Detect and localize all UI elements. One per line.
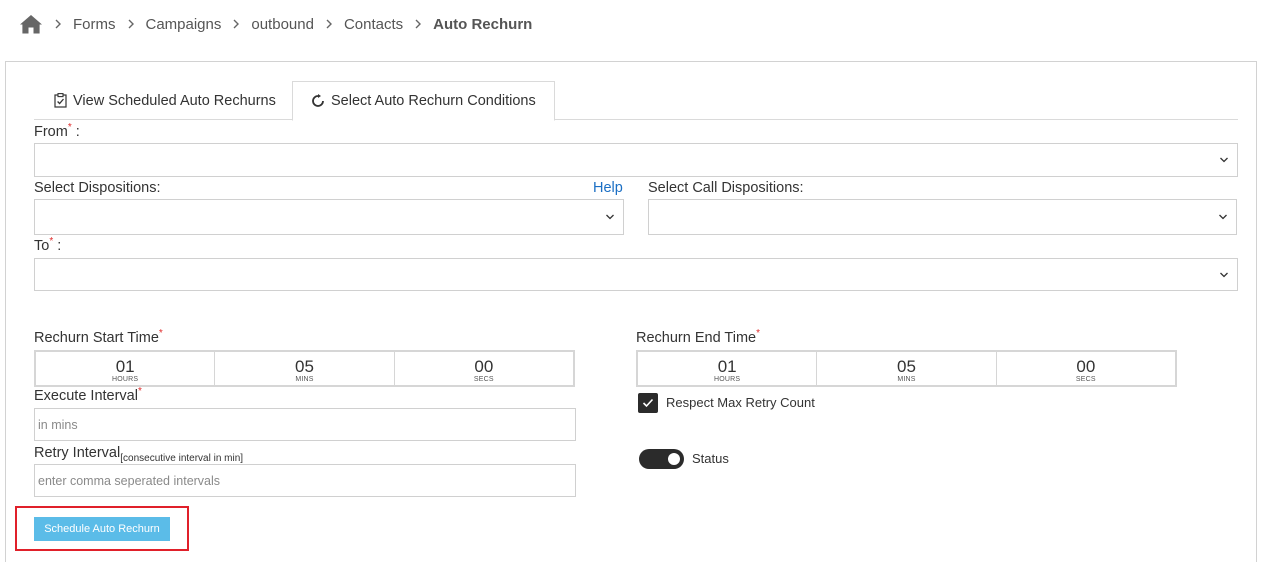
retry-interval-input[interactable] [34, 464, 576, 497]
schedule-auto-rechurn-button[interactable]: Schedule Auto Rechurn [34, 517, 170, 541]
breadcrumb-forms[interactable]: Forms [73, 16, 116, 33]
respect-max-retry-label: Respect Max Retry Count [666, 395, 815, 410]
required-mark: * [158, 328, 163, 339]
mins-unit-label: MINS [295, 376, 314, 383]
execute-interval-label: Execute Interval* [34, 386, 142, 404]
to-label-text: To [34, 238, 50, 254]
execute-interval-label-text: Execute Interval [34, 388, 138, 404]
end-mins-value: 05 [897, 357, 916, 376]
secs-unit-label: SECS [473, 376, 494, 383]
tab-view-scheduled-label: View Scheduled Auto Rechurns [73, 92, 276, 109]
refresh-icon [311, 94, 325, 108]
dispositions-select[interactable] [34, 199, 624, 235]
end-hours-value: 01 [717, 357, 737, 376]
execute-interval-input[interactable] [34, 408, 576, 441]
start-secs-field[interactable]: 00 SECS [395, 352, 573, 385]
end-time-label-text: Rechurn End Time [636, 330, 757, 346]
chevron-right-icon [414, 19, 422, 29]
call-dispositions-select[interactable] [648, 199, 1237, 235]
chevron-down-icon [1219, 271, 1229, 278]
chevron-down-icon [1218, 214, 1228, 221]
tab-view-scheduled[interactable]: View Scheduled Auto Rechurns [38, 81, 292, 120]
home-icon[interactable] [19, 13, 43, 35]
start-time-label: Rechurn Start Time* [34, 328, 163, 346]
required-mark: * [49, 236, 54, 247]
start-time-label-text: Rechurn Start Time [34, 330, 159, 346]
clipboard-check-icon [54, 93, 67, 108]
end-time-label: Rechurn End Time* [636, 328, 760, 346]
breadcrumb: Forms Campaigns outbound Contacts Auto R… [19, 11, 532, 37]
chevron-right-icon [232, 19, 240, 29]
from-label-text: From [34, 124, 68, 140]
to-select[interactable] [34, 258, 1238, 291]
end-hours-field[interactable]: 01 HOURS [638, 352, 818, 385]
start-hours-value: 01 [115, 357, 135, 376]
toggle-knob [668, 453, 680, 465]
to-label: To* : [34, 236, 62, 254]
start-mins-value: 05 [295, 357, 314, 376]
start-hours-field[interactable]: 01 HOURS [36, 352, 216, 385]
breadcrumb-contacts[interactable]: Contacts [344, 16, 403, 33]
chevron-down-icon [1219, 157, 1229, 164]
chevron-right-icon [54, 19, 62, 29]
end-secs-value: 00 [1076, 357, 1096, 376]
to-colon: : [53, 238, 62, 254]
retry-interval-label: Retry Interval[consecutive interval in m… [34, 445, 244, 464]
end-secs-field[interactable]: 00 SECS [997, 352, 1175, 385]
tab-bar: View Scheduled Auto Rechurns Select Auto… [34, 81, 1238, 121]
chevron-right-icon [325, 19, 333, 29]
chevron-right-icon [127, 19, 135, 29]
help-link[interactable]: Help [593, 180, 623, 196]
tab-select-conditions-label: Select Auto Rechurn Conditions [331, 93, 536, 109]
call-dispositions-label: Select Call Dispositions: [648, 180, 804, 196]
breadcrumb-campaigns[interactable]: Campaigns [146, 16, 222, 33]
checkmark-icon [642, 398, 654, 408]
start-secs-value: 00 [474, 357, 494, 376]
required-mark: * [67, 122, 72, 133]
hours-unit-label: HOURS [112, 376, 139, 383]
tab-select-conditions[interactable]: Select Auto Rechurn Conditions [292, 81, 555, 121]
retry-interval-label-text: Retry Interval [34, 445, 121, 461]
chevron-down-icon [605, 214, 615, 221]
required-mark: * [756, 328, 760, 339]
from-select[interactable] [34, 143, 1238, 177]
respect-max-retry-checkbox[interactable] [638, 393, 658, 413]
status-label: Status [692, 451, 729, 466]
start-time-picker: 01 HOURS 05 MINS 00 SECS [34, 350, 575, 387]
dispositions-label: Select Dispositions: [34, 180, 161, 196]
retry-interval-sublabel: [consecutive interval in min] [120, 453, 244, 464]
end-time-picker: 01 HOURS 05 MINS 00 SECS [636, 350, 1177, 387]
start-mins-field[interactable]: 05 MINS [215, 352, 395, 385]
secs-unit-label: SECS [1075, 376, 1096, 383]
end-mins-field[interactable]: 05 MINS [817, 352, 997, 385]
from-label: From* : [34, 122, 80, 140]
breadcrumb-current: Auto Rechurn [433, 15, 533, 33]
hours-unit-label: HOURS [714, 376, 741, 383]
from-colon: : [71, 124, 80, 140]
mins-unit-label: MINS [897, 376, 916, 383]
required-mark: * [137, 386, 142, 397]
breadcrumb-outbound[interactable]: outbound [251, 16, 314, 33]
status-toggle[interactable] [639, 449, 684, 469]
